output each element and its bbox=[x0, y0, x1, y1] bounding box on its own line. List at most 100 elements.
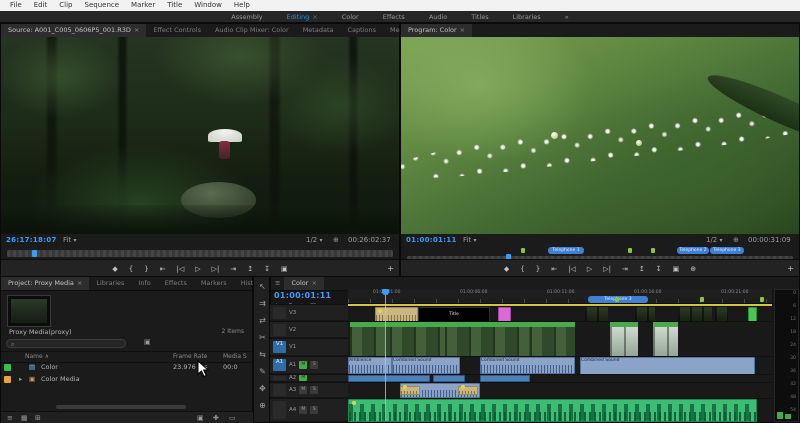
tab-effects[interactable]: Effects bbox=[158, 277, 194, 290]
close-icon[interactable]: × bbox=[311, 279, 316, 287]
audio-clip[interactable] bbox=[433, 375, 465, 382]
track-header-v3[interactable]: V3 bbox=[270, 304, 348, 320]
new-bin-icon[interactable]: ✚ bbox=[213, 414, 219, 422]
source-patch-cell[interactable] bbox=[273, 401, 286, 419]
source-resolution-dropdown[interactable]: 1/2 ▾ bbox=[306, 234, 323, 247]
tab-audio-clip-mixer[interactable]: Audio Clip Mixer: Color bbox=[208, 24, 296, 37]
program-resolution-dropdown[interactable]: 1/2 ▾ bbox=[706, 234, 723, 247]
solo-button[interactable]: S bbox=[310, 361, 318, 369]
close-icon[interactable]: × bbox=[134, 26, 139, 34]
slip-tool[interactable]: ⇆ bbox=[255, 350, 270, 364]
workspace-effects[interactable]: Effects bbox=[371, 11, 417, 22]
music-clip[interactable] bbox=[348, 399, 757, 422]
source-fit-dropdown[interactable]: Fit ▾ bbox=[63, 234, 76, 247]
label-color-green[interactable] bbox=[4, 364, 11, 371]
source-patch-cell[interactable]: A1 bbox=[273, 359, 286, 372]
mark-out-button[interactable]: } bbox=[144, 265, 148, 273]
source-patch-cell[interactable] bbox=[273, 376, 286, 381]
column-media-start[interactable]: Media S bbox=[223, 353, 247, 360]
video-clip[interactable] bbox=[610, 322, 638, 356]
step-forward-button[interactable]: ▷| bbox=[212, 265, 220, 273]
clip[interactable] bbox=[635, 307, 655, 322]
add-marker-button[interactable]: ◆ bbox=[112, 265, 117, 273]
solo-button[interactable]: S bbox=[310, 386, 318, 394]
audio-subclip[interactable] bbox=[400, 386, 420, 395]
workspace-overflow-icon[interactable]: » bbox=[553, 11, 581, 22]
clip[interactable] bbox=[748, 307, 757, 322]
comparison-view-button[interactable]: ⊕ bbox=[690, 265, 696, 273]
menu-sequence[interactable]: Sequence bbox=[79, 0, 126, 11]
button-editor-button[interactable]: + bbox=[787, 264, 794, 273]
timeline-timecode[interactable]: 01:00:01:11 bbox=[274, 291, 331, 300]
go-to-in-button[interactable]: ⇤ bbox=[160, 265, 166, 273]
track-header-a3[interactable]: A3 M S bbox=[270, 382, 348, 397]
item-name[interactable]: Color bbox=[41, 363, 58, 371]
icon-view-icon[interactable]: ▦ bbox=[21, 414, 28, 422]
clip[interactable] bbox=[715, 307, 728, 322]
settings-wrench-icon[interactable]: ⊕ bbox=[333, 234, 339, 247]
video-clip[interactable] bbox=[653, 322, 678, 356]
menu-help[interactable]: Help bbox=[228, 0, 256, 11]
menu-title[interactable]: Title bbox=[161, 0, 188, 11]
source-patch-cell[interactable] bbox=[273, 307, 286, 319]
panel-menu-icon[interactable]: ≡ bbox=[271, 277, 284, 290]
search-input[interactable]: ⌕ bbox=[6, 339, 126, 348]
table-row[interactable]: ▤ Color 23.976 fps 00:0 bbox=[1, 362, 254, 374]
tab-source-clip[interactable]: Source: A001_C005_0606P5_001.R3D× bbox=[1, 24, 146, 37]
razor-tool[interactable]: ✂ bbox=[255, 333, 270, 347]
go-to-out-button[interactable]: ⇥ bbox=[230, 265, 236, 273]
clip[interactable] bbox=[375, 307, 418, 322]
horizontal-scrollbar[interactable] bbox=[56, 405, 186, 409]
tab-markers[interactable]: Markers bbox=[194, 277, 234, 290]
export-frame-button[interactable]: ▣ bbox=[281, 265, 288, 273]
video-clip[interactable] bbox=[350, 322, 390, 356]
marker-pill[interactable]: Telephone 1 bbox=[548, 247, 584, 254]
video-clip[interactable] bbox=[390, 322, 445, 356]
disclosure-triangle-icon[interactable]: ▸ bbox=[19, 375, 22, 383]
play-button[interactable]: ▷ bbox=[195, 265, 200, 273]
selection-tool[interactable]: ↖ bbox=[255, 282, 270, 296]
sequence-marker-icon[interactable] bbox=[651, 248, 655, 253]
mute-button[interactable]: M bbox=[299, 361, 307, 369]
solo-button[interactable]: S bbox=[310, 406, 318, 414]
add-marker-button[interactable]: ◆ bbox=[504, 265, 509, 273]
close-icon[interactable]: × bbox=[460, 26, 465, 34]
track-v2-v1-lane[interactable] bbox=[348, 321, 772, 356]
video-clip[interactable] bbox=[530, 322, 575, 356]
list-view-icon[interactable]: ≡ bbox=[7, 414, 13, 422]
tab-captions[interactable]: Captions bbox=[340, 24, 383, 37]
track-a1-lane[interactable]: Ambience Combined Sound Combined Sound C… bbox=[348, 356, 772, 374]
workspace-assembly[interactable]: Assembly bbox=[219, 11, 274, 22]
program-video-frame[interactable] bbox=[401, 37, 799, 234]
table-row[interactable]: ▸ ▣ Color Media bbox=[1, 374, 254, 386]
track-a2-lane[interactable] bbox=[348, 374, 772, 382]
pen-tool[interactable]: ✎ bbox=[255, 367, 270, 381]
mark-in-button[interactable]: { bbox=[520, 265, 524, 273]
track-select-tool[interactable]: ⇉ bbox=[255, 299, 270, 313]
track-header-v2[interactable]: V2 bbox=[270, 321, 348, 337]
workspace-color[interactable]: Color bbox=[330, 11, 371, 22]
clip[interactable] bbox=[498, 307, 511, 322]
tab-effect-controls[interactable]: Effect Controls bbox=[146, 24, 208, 37]
settings-wrench-icon[interactable]: ⊕ bbox=[733, 234, 739, 247]
sequence-marker-icon[interactable] bbox=[521, 248, 525, 253]
timeline-ruler[interactable]: 01:00:01:00 01:00:06:00 01:00:11:00 01:0… bbox=[348, 289, 772, 304]
audio-subclip[interactable] bbox=[458, 386, 478, 395]
workspace-editing[interactable]: Editing× bbox=[275, 11, 330, 22]
sequence-marker-icon[interactable] bbox=[628, 248, 632, 253]
marker-pill[interactable]: Telephone 3 bbox=[710, 247, 744, 254]
track-header-v1[interactable]: V1 V1 bbox=[270, 338, 348, 355]
tab-info[interactable]: Info bbox=[131, 277, 157, 290]
menu-clip[interactable]: Clip bbox=[53, 0, 78, 11]
menu-file[interactable]: File bbox=[4, 0, 28, 11]
menu-edit[interactable]: Edit bbox=[28, 0, 54, 11]
audio-clip[interactable] bbox=[348, 375, 430, 382]
export-frame-button[interactable]: ▣ bbox=[673, 265, 680, 273]
clip[interactable] bbox=[585, 307, 608, 322]
zoom-slider-icon[interactable]: ⊞ bbox=[35, 414, 41, 422]
label-color-orange[interactable] bbox=[4, 376, 11, 383]
zoom-tool[interactable]: ⊕ bbox=[255, 401, 270, 415]
step-forward-button[interactable]: ▷| bbox=[603, 265, 611, 273]
play-button[interactable]: ▷ bbox=[587, 265, 592, 273]
track-header-a4[interactable]: A4 M S bbox=[270, 398, 348, 421]
